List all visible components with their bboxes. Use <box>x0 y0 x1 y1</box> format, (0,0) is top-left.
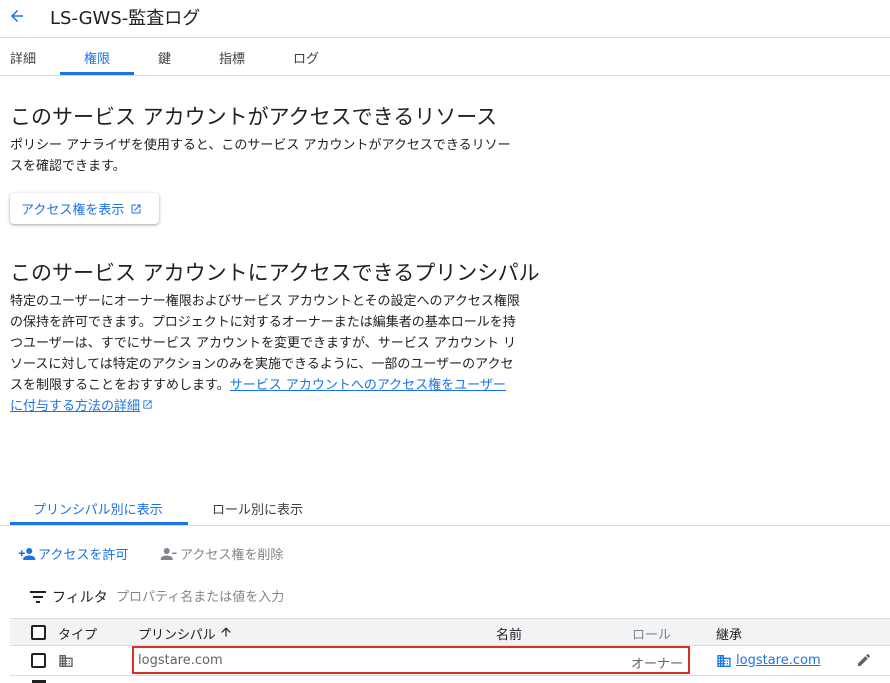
learn-more-link-part2[interactable]: に付与する方法の詳細 <box>10 399 140 414</box>
table-row <box>10 677 890 683</box>
column-header-principal[interactable]: プリンシパル <box>138 624 216 643</box>
select-all-checkbox[interactable] <box>31 625 46 640</box>
principals-line-1: 特定のユーザーにオーナー権限およびサービス アカウントとその設定へのアクセス権限 <box>10 294 520 309</box>
domain-icon <box>59 655 73 667</box>
principals-line-5-text: スを制限することをおすすめします。 <box>10 378 230 393</box>
learn-more-link-part1[interactable]: サービス アカウントへのアクセス権をユーザー <box>230 378 506 393</box>
resources-desc-line1: ポリシー アナライザを使用すると、このサービス アカウントがアクセスできるリソー <box>10 138 511 153</box>
row-inheritance-link[interactable]: logstare.com <box>736 653 821 668</box>
main-tabs: 詳細 権限 鍵 指標 ログ <box>0 39 890 76</box>
page-title: LS-GWS-監査ログ <box>50 8 201 29</box>
principals-line-6: に付与する方法の詳細 <box>10 396 525 417</box>
active-tab-indicator <box>60 72 134 75</box>
arrow-back-icon <box>11 10 23 22</box>
row-checkbox[interactable] <box>31 653 46 668</box>
tab-logs[interactable]: ログ <box>293 48 319 67</box>
highlight-box <box>132 646 690 674</box>
tab-metrics[interactable]: 指標 <box>219 48 245 67</box>
domain-icon <box>717 655 731 667</box>
view-tabs: プリンシパル別に表示 ロール別に表示 <box>0 491 890 526</box>
tab-details[interactable]: 詳細 <box>10 48 36 67</box>
filter-label: フィルタ <box>52 590 108 606</box>
view-access-label: アクセス権を表示 <box>21 203 125 218</box>
top-bar: LS-GWS-監査ログ <box>0 0 890 38</box>
table-header: タイプ プリンシパル 名前 ロール 継承 <box>10 618 890 646</box>
resources-heading: このサービス アカウントがアクセスできるリソース <box>10 105 498 129</box>
person-remove-icon <box>160 547 177 560</box>
person-add-icon <box>18 547 36 560</box>
tab-view-by-role[interactable]: ロール別に表示 <box>212 499 303 518</box>
filter-input[interactable] <box>116 586 516 608</box>
principals-line-5: スを制限することをおすすめします。サービス アカウントへのアクセス権をユーザー <box>10 375 525 396</box>
column-header-type[interactable]: タイプ <box>58 624 97 643</box>
grant-access-label: アクセスを許可 <box>38 548 129 563</box>
open-in-new-icon <box>131 204 141 213</box>
sort-arrow-up-icon[interactable] <box>219 625 233 639</box>
tab-permissions[interactable]: 権限 <box>84 48 110 67</box>
back-button[interactable] <box>4 3 30 29</box>
active-view-tab-indicator <box>10 522 188 525</box>
filter-list-icon[interactable] <box>30 590 46 604</box>
principals-description: 特定のユーザーにオーナー権限およびサービス アカウントとその設定へのアクセス権限… <box>10 291 525 417</box>
remove-access-button[interactable]: アクセス権を削除 <box>160 544 283 563</box>
column-header-inheritance[interactable]: 継承 <box>716 624 742 643</box>
remove-access-label: アクセス権を削除 <box>180 548 284 563</box>
filter-bar: フィルタ <box>0 584 890 612</box>
principals-line-2: の保持を許可できます。プロジェクトに対するオーナーまたは編集者の基本ロールを持 <box>10 315 516 330</box>
tab-view-by-principal[interactable]: プリンシパル別に表示 <box>33 499 163 518</box>
view-access-button[interactable]: アクセス権を表示 <box>10 193 159 224</box>
principals-heading: このサービス アカウントにアクセスできるプリンシパル <box>10 261 540 285</box>
edit-pencil-icon[interactable] <box>856 652 872 668</box>
resources-desc-line2: スを確認できます。 <box>10 159 126 174</box>
resources-description: ポリシー アナライザを使用すると、このサービス アカウントがアクセスできるリソー… <box>10 135 525 177</box>
column-header-role[interactable]: ロール <box>632 624 671 643</box>
tab-keys[interactable]: 鍵 <box>158 48 171 67</box>
principals-line-4: ソースに対しては特定のアクションのみを実施できるように、一部のユーザーのアクセ <box>10 357 514 372</box>
column-header-name[interactable]: 名前 <box>496 624 522 643</box>
principals-line-3: つユーザーは、すでにサービス アカウントを変更できますが、サービス アカウント … <box>10 336 517 351</box>
grant-access-button[interactable]: アクセスを許可 <box>18 544 128 563</box>
open-in-new-icon <box>143 400 152 409</box>
